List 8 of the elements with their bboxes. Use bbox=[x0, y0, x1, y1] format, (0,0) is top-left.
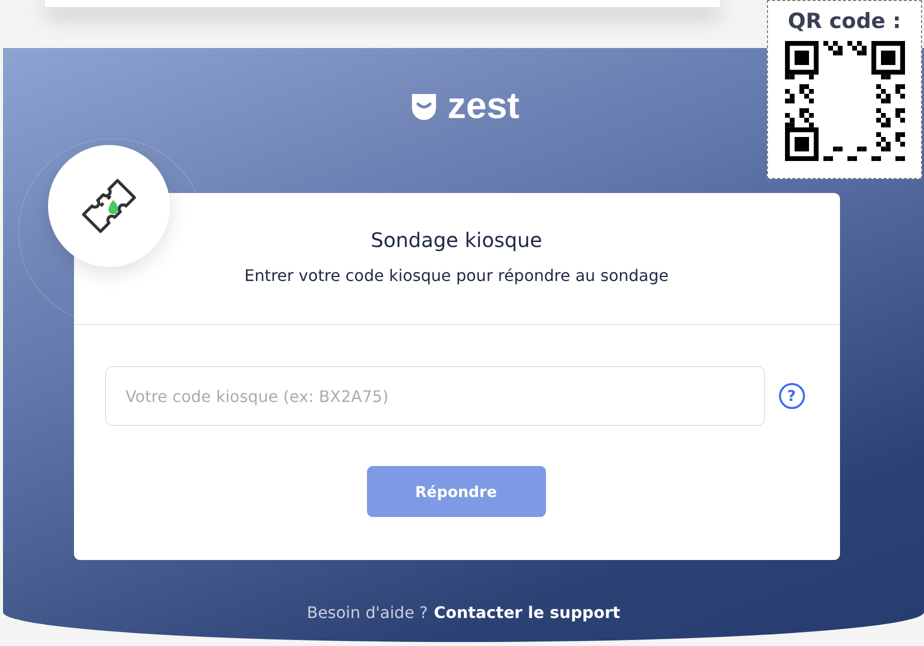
help-icon[interactable]: ? bbox=[778, 383, 804, 409]
code-input-field[interactable]: Votre code kiosque (ex: BX2A75) bbox=[104, 366, 764, 426]
card-subtitle: Entrer votre code kiosque pour répondre au sondage bbox=[244, 266, 669, 285]
card-title: Sondage kiosque bbox=[370, 228, 542, 252]
logo-text: zest bbox=[448, 86, 520, 126]
qr-code-label: QR code : bbox=[788, 9, 902, 33]
support-link[interactable]: Contacter le support bbox=[434, 603, 620, 622]
help-text: Besoin d'aide ? bbox=[306, 603, 428, 622]
